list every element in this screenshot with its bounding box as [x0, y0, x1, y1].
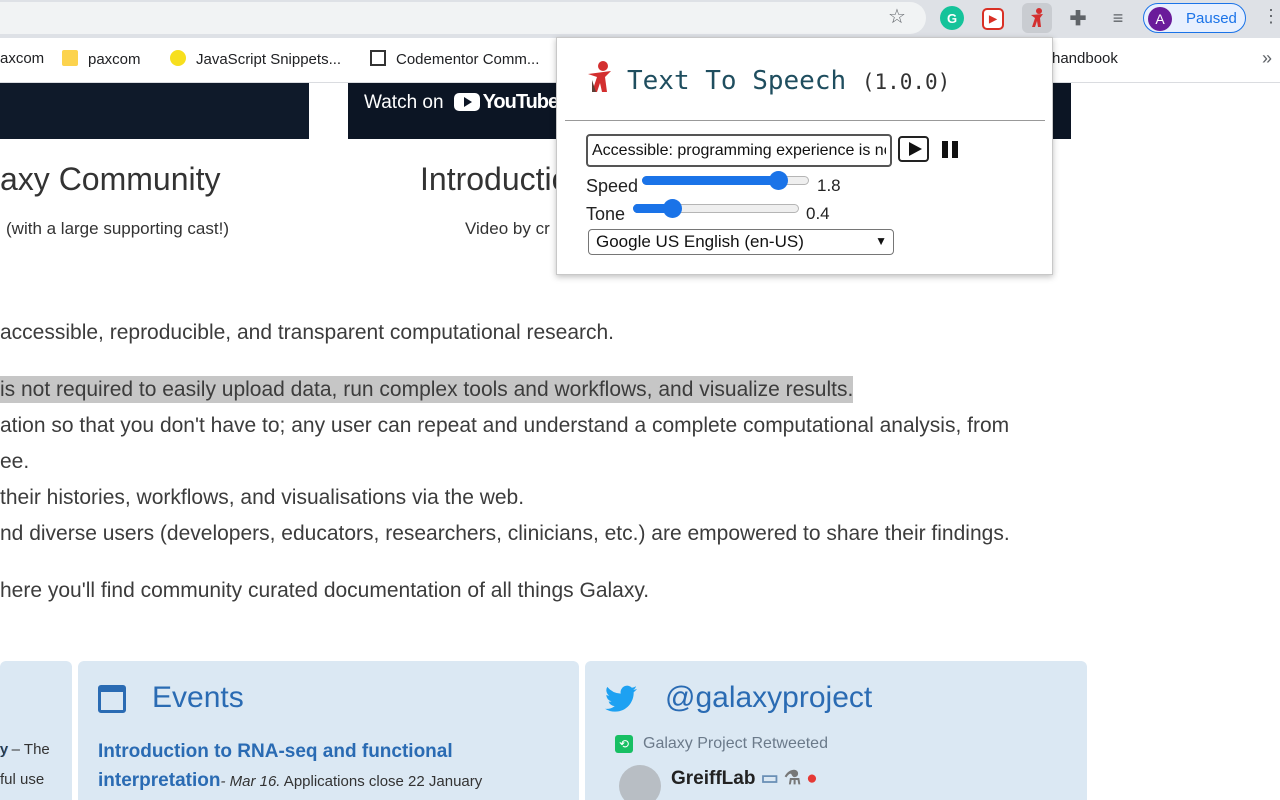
twitter-card: @galaxyproject ⟲ Galaxy Project Retweeted…: [585, 661, 1087, 800]
bookmark-label: JavaScript Snippets...: [196, 51, 342, 68]
paragraph-line: accessible, reproducible, and transparen…: [0, 321, 615, 344]
video-credit: Video by cr: [465, 219, 550, 238]
bookmark-star-icon[interactable]: ☆: [888, 6, 906, 28]
laptop-icon: ▭: [760, 768, 779, 789]
tts-text-input[interactable]: [586, 134, 892, 167]
grammarly-extension-icon[interactable]: G: [940, 6, 964, 30]
profile-button[interactable]: A Paused: [1143, 3, 1246, 33]
card-text-line: y – The: [0, 741, 50, 758]
event-link[interactable]: Introduction to RNA-seq and functional i…: [98, 737, 538, 796]
popup-title: Text To Speech (1.0.0): [627, 66, 950, 96]
media-extension-icon[interactable]: ▶: [982, 8, 1004, 30]
bookmark-item[interactable]: handbook: [1052, 50, 1118, 67]
voice-selected: Google US English (en-US): [596, 232, 804, 251]
paragraph-line: ation so that you don't have to; any use…: [0, 414, 1010, 437]
avatar[interactable]: [619, 765, 661, 800]
tweet-author[interactable]: GreiffLab ▭ ⚗ ●: [671, 767, 818, 790]
retweet-label: Galaxy Project Retweeted: [643, 735, 828, 752]
tts-highlight: is not required to easily upload data, r…: [0, 376, 854, 403]
twitter-handle[interactable]: @galaxyproject: [665, 681, 872, 715]
codementor-icon: [370, 50, 386, 66]
event-date: - Mar 16.: [220, 773, 281, 790]
folder-icon: [62, 50, 78, 66]
paragraph-line: here you'll find community curated docum…: [0, 579, 650, 602]
bookmark-item[interactable]: JavaScript Snippets...: [170, 50, 341, 68]
javascript-icon: [170, 50, 186, 66]
pill-icon: ●: [806, 768, 818, 789]
youtube-play-icon: [453, 93, 480, 111]
events-title: Events: [152, 681, 244, 714]
chevron-down-icon: ▼: [875, 234, 887, 248]
retweet-line: ⟲ Galaxy Project Retweeted: [615, 735, 828, 753]
popup-title-text: Text To Speech: [627, 66, 847, 96]
tone-value: 0.4: [806, 204, 830, 223]
browser-toolbar: ☆ G ▶ ✚ ≡ A Paused ⋮: [0, 0, 1280, 38]
media-controls-icon[interactable]: ≡: [1106, 6, 1130, 30]
speed-value: 1.8: [817, 176, 841, 195]
card-text-line: ful use: [0, 771, 45, 788]
browser-menu-icon[interactable]: ⋮: [1262, 6, 1280, 27]
profile-status: Paused: [1186, 10, 1237, 27]
calendar-icon: [98, 685, 126, 713]
watch-on-youtube-button[interactable]: Watch on YouTube: [364, 91, 560, 114]
event-note: Applications close 22 January: [280, 773, 483, 790]
extensions-puzzle-icon[interactable]: ✚: [1066, 6, 1090, 30]
paragraph-line: ee.: [0, 450, 30, 473]
retweet-icon: ⟲: [615, 735, 633, 753]
divider: [565, 120, 1045, 121]
bookmark-item[interactable]: axcom: [0, 50, 44, 67]
speed-slider[interactable]: [642, 171, 809, 190]
microscope-icon: ⚗: [783, 768, 802, 789]
avatar: A: [1148, 7, 1172, 31]
bookmark-item[interactable]: paxcom: [62, 50, 141, 68]
tone-label: Tone: [586, 204, 626, 224]
events-card: Events Introduction to RNA-seq and funct…: [78, 661, 579, 800]
news-card: yy – The y – The ful use: [0, 661, 72, 800]
youtube-brand: YouTube: [482, 91, 560, 113]
voice-select[interactable]: Google US English (en-US) ▼: [588, 229, 894, 255]
community-heading: axy Community: [0, 161, 221, 197]
paragraph-line: nd diverse users (developers, educators,…: [0, 522, 1010, 545]
paragraph-line: their histories, workflows, and visualis…: [0, 486, 525, 509]
paragraph-line-highlighted: is not required to easily upload data, r…: [0, 376, 854, 403]
introduction-heading: Introductio: [420, 161, 570, 197]
event-meta: - Mar 16. Applications close 22 January: [220, 773, 482, 790]
community-subtitle: (with a large supporting cast!): [6, 219, 229, 238]
popup-version: (1.0.0): [861, 70, 951, 94]
twitter-icon: [605, 685, 637, 720]
watch-label: Watch on: [364, 92, 444, 113]
bookmark-label: axcom: [0, 50, 45, 67]
tweet-author-name: GreiffLab: [671, 768, 756, 789]
speed-slider-fill: [642, 176, 777, 185]
text-to-speech-logo-icon: [585, 60, 615, 94]
pause-button[interactable]: [941, 141, 959, 158]
bookmark-label: handbook: [1052, 50, 1118, 67]
text-to-speech-popup: Text To Speech (1.0.0) Speed 1.8 Tone 0.…: [556, 37, 1053, 275]
tone-slider-thumb[interactable]: [663, 199, 682, 218]
speed-label: Speed: [586, 176, 639, 196]
address-bar[interactable]: [0, 2, 926, 34]
bookmark-label: Codementor Comm...: [396, 51, 540, 68]
play-button[interactable]: [898, 136, 929, 162]
video-thumbnail-left[interactable]: [0, 83, 309, 139]
speed-slider-thumb[interactable]: [769, 171, 788, 190]
bookmark-label: paxcom: [88, 51, 141, 68]
text-to-speech-extension-icon[interactable]: [1022, 3, 1052, 33]
bookmark-item[interactable]: Codementor Comm...: [370, 50, 539, 68]
more-bookmarks-icon[interactable]: »: [1262, 48, 1272, 69]
tone-slider[interactable]: [633, 199, 799, 218]
